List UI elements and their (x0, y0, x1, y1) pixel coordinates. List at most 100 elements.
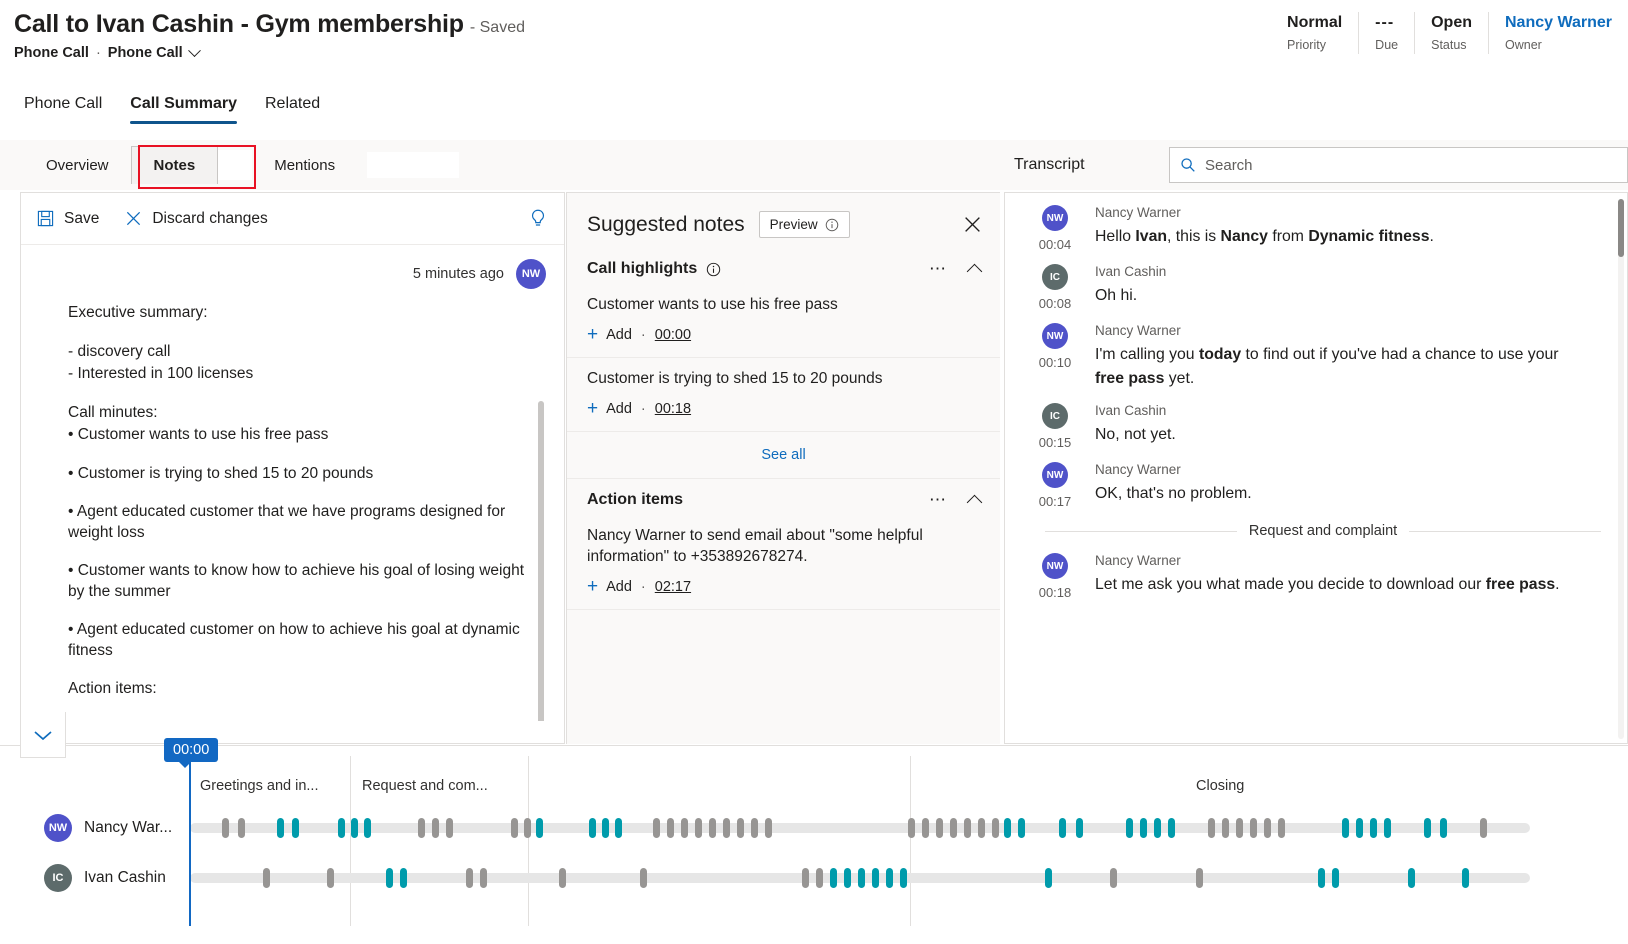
timeline-marker[interactable] (992, 818, 999, 838)
timeline-marker[interactable] (640, 868, 647, 888)
chevron-down-icon[interactable] (188, 44, 201, 57)
transcript-timestamp[interactable]: 00:10 (1039, 355, 1072, 370)
header-stat-due[interactable]: --- Due (1359, 12, 1415, 54)
timeline-marker[interactable] (351, 818, 358, 838)
save-button[interactable]: Save (37, 210, 99, 228)
timeline-marker[interactable] (559, 868, 566, 888)
timeline-marker[interactable] (1059, 818, 1066, 838)
suggestion-timestamp[interactable]: 00:18 (655, 401, 691, 417)
timeline-marker[interactable] (1480, 818, 1487, 838)
timeline-marker[interactable] (480, 868, 487, 888)
timeline-marker[interactable] (858, 868, 865, 888)
timeline-marker[interactable] (263, 868, 270, 888)
timeline-marker[interactable] (886, 868, 893, 888)
notes-scrollbar-thumb[interactable] (538, 401, 544, 721)
transcript-line[interactable]: IC00:15Ivan CashinNo, not yet. (1005, 391, 1627, 450)
timeline-marker[interactable] (292, 818, 299, 838)
add-suggestion-button[interactable]: + Add (587, 401, 632, 417)
transcript-line[interactable]: IC00:08Ivan CashinOh hi. (1005, 252, 1627, 311)
subtab-notes[interactable]: Notes (131, 146, 219, 184)
transcript-line[interactable]: NW00:10Nancy WarnerI'm calling you today… (1005, 311, 1627, 391)
timeline-marker[interactable] (222, 818, 229, 838)
transcript-line[interactable]: NW00:18Nancy WarnerLet me ask you what m… (1005, 541, 1627, 600)
owner-value[interactable]: Nancy Warner (1505, 12, 1612, 34)
timeline-marker[interactable] (1045, 868, 1052, 888)
header-stat-priority[interactable]: Normal Priority (1271, 12, 1359, 54)
timeline-marker[interactable] (446, 818, 453, 838)
timeline-marker[interactable] (536, 818, 543, 838)
timeline-marker[interactable] (524, 818, 531, 838)
timeline-marker[interactable] (978, 818, 985, 838)
timeline-marker[interactable] (1408, 868, 1415, 888)
timeline-marker[interactable] (338, 818, 345, 838)
timeline-marker[interactable] (364, 818, 371, 838)
transcript-scrollbar[interactable] (1618, 199, 1624, 739)
transcript-timestamp[interactable]: 00:17 (1039, 494, 1072, 509)
close-suggested-notes-button[interactable] (963, 215, 982, 234)
timeline-marker[interactable] (511, 818, 518, 838)
timeline-marker[interactable] (1250, 818, 1257, 838)
chevron-up-icon[interactable] (967, 494, 983, 510)
timeline-marker[interactable] (327, 868, 334, 888)
timeline-marker[interactable] (1264, 818, 1271, 838)
transcript-timestamp[interactable]: 00:08 (1039, 296, 1072, 311)
timeline-marker[interactable] (1342, 818, 1349, 838)
timeline-marker[interactable] (1076, 818, 1083, 838)
timeline-marker[interactable] (751, 818, 758, 838)
header-stat-status[interactable]: Open Status (1415, 12, 1489, 54)
timeline-marker[interactable] (723, 818, 730, 838)
add-suggestion-button[interactable]: + Add (587, 579, 632, 595)
lightbulb-icon[interactable] (528, 208, 548, 230)
timeline-marker[interactable] (830, 868, 837, 888)
timeline-segment-label[interactable]: Closing (1196, 778, 1244, 794)
timeline-marker[interactable] (1332, 868, 1339, 888)
timeline-segment-label[interactable]: Greetings and in... (200, 778, 319, 794)
info-icon[interactable] (706, 262, 721, 277)
timeline-marker[interactable] (900, 868, 907, 888)
timeline-marker[interactable] (922, 818, 929, 838)
more-options-icon[interactable]: ⋯ (929, 496, 947, 504)
timeline-marker[interactable] (1154, 818, 1161, 838)
timeline-marker[interactable] (816, 868, 823, 888)
timeline-marker[interactable] (1222, 818, 1229, 838)
tab-related[interactable]: Related (253, 89, 332, 124)
suggestion-timestamp[interactable]: 02:17 (655, 579, 691, 595)
timeline-marker[interactable] (1140, 818, 1147, 838)
preview-badge[interactable]: Preview (759, 211, 850, 238)
transcript-scrollbar-thumb[interactable] (1618, 199, 1624, 257)
timeline-marker[interactable] (872, 868, 879, 888)
transcript-line[interactable]: NW00:17Nancy WarnerOK, that's no problem… (1005, 450, 1627, 509)
timeline-marker[interactable] (386, 868, 393, 888)
timeline-marker[interactable] (1004, 818, 1011, 838)
timeline-marker[interactable] (238, 818, 245, 838)
subtab-mentions[interactable]: Mentions (252, 147, 357, 184)
transcript-timestamp[interactable]: 00:04 (1039, 237, 1072, 252)
tab-phone-call[interactable]: Phone Call (12, 89, 114, 124)
timeline-marker[interactable] (1384, 818, 1391, 838)
timeline-marker[interactable] (418, 818, 425, 838)
timeline-segment-label[interactable]: Request and com... (362, 778, 488, 794)
timeline-marker[interactable] (1208, 818, 1215, 838)
timeline-marker[interactable] (844, 868, 851, 888)
see-all-link[interactable]: See all (761, 447, 805, 463)
timeline-marker[interactable] (602, 818, 609, 838)
subtab-overview[interactable]: Overview (24, 147, 131, 184)
search-input[interactable]: Search (1169, 147, 1628, 183)
tab-call-summary[interactable]: Call Summary (118, 89, 249, 124)
collapse-notes-button[interactable] (20, 712, 66, 758)
transcript-timestamp[interactable]: 00:15 (1039, 435, 1072, 450)
timeline-marker[interactable] (737, 818, 744, 838)
timeline-marker[interactable] (936, 818, 943, 838)
timeline-marker[interactable] (615, 818, 622, 838)
discard-changes-button[interactable]: Discard changes (125, 210, 267, 228)
timeline-marker[interactable] (667, 818, 674, 838)
timeline-marker[interactable] (1110, 868, 1117, 888)
timeline-marker[interactable] (1196, 868, 1203, 888)
timeline-marker[interactable] (695, 818, 702, 838)
playhead[interactable] (189, 756, 191, 926)
timeline-marker[interactable] (1424, 818, 1431, 838)
more-options-icon[interactable]: ⋯ (929, 265, 947, 273)
timeline-marker[interactable] (802, 868, 809, 888)
breadcrumb-form[interactable]: Phone Call (108, 45, 183, 61)
chevron-up-icon[interactable] (967, 263, 983, 279)
